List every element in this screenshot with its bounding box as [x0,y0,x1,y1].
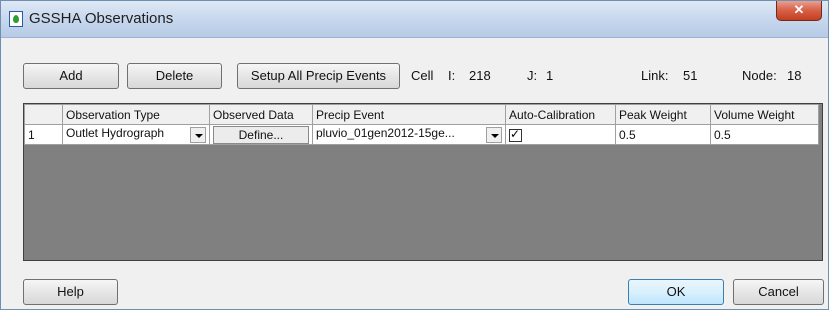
column-header-volume-weight[interactable]: Volume Weight [710,104,819,125]
auto-calibration-cell: ✓ [505,124,616,145]
corner-header-cell [24,104,63,125]
volume-weight-cell[interactable]: 0.5 [710,124,819,145]
observation-type-dropdown[interactable]: Outlet Hydrograph [66,126,206,144]
column-header-auto-calibration[interactable]: Auto-Calibration [505,104,616,125]
delete-button[interactable]: Delete [127,63,222,89]
gssha-observations-dialog: GSSHA Observations ✕ Add Delete Setup Al… [0,0,829,310]
auto-calibration-checkbox[interactable]: ✓ [509,126,522,142]
column-header-observation-type[interactable]: Observation Type [62,104,210,125]
link-value: 51 [683,68,698,83]
cell-j-label: J: [527,68,538,83]
column-header-peak-weight[interactable]: Peak Weight [615,104,711,125]
cell-i-label: I: [448,68,456,83]
column-header-precip-event[interactable]: Precip Event [312,104,506,125]
chevron-down-icon[interactable] [486,126,502,143]
row-index-cell[interactable]: 1 [24,124,63,145]
chevron-down-icon[interactable] [190,126,206,143]
node-value: 18 [787,68,802,83]
table-header-row: Observation Type Observed Data Precip Ev… [24,104,819,125]
observations-table: Observation Type Observed Data Precip Ev… [24,104,819,145]
add-button[interactable]: Add [23,63,119,89]
gssha-app-icon [9,11,23,27]
observations-grid[interactable]: Observation Type Observed Data Precip Ev… [23,103,823,261]
precip-event-value: pluvio_01gen2012-15ge... [316,125,455,140]
observation-type-cell[interactable]: Outlet Hydrograph [62,124,210,145]
column-header-observed-data[interactable]: Observed Data [209,104,313,125]
observation-type-value: Outlet Hydrograph [66,125,165,140]
cell-j-value: 1 [546,68,554,83]
precip-event-cell[interactable]: pluvio_01gen2012-15ge... [312,124,506,145]
window-title: GSSHA Observations [29,10,174,27]
peak-weight-cell[interactable]: 0.5 [615,124,711,145]
checkbox-checked-icon: ✓ [510,126,521,141]
help-button[interactable]: Help [23,279,118,305]
close-icon: ✕ [793,2,805,17]
close-button[interactable]: ✕ [776,1,822,21]
node-label: Node: [742,68,777,83]
setup-all-precip-events-button[interactable]: Setup All Precip Events [237,63,400,89]
ok-button[interactable]: OK [628,279,724,305]
observed-data-cell: Define... [209,124,313,145]
cell-i-value: 218 [469,68,491,83]
link-label: Link: [641,68,669,83]
cancel-button[interactable]: Cancel [733,279,824,305]
precip-event-dropdown[interactable]: pluvio_01gen2012-15ge... [316,126,502,144]
title-bar: GSSHA Observations ✕ [1,1,828,38]
table-row: 1 Outlet Hydrograph Define... pluvio_01g… [24,124,819,145]
cell-label: Cell [411,68,434,83]
define-button[interactable]: Define... [213,125,309,144]
